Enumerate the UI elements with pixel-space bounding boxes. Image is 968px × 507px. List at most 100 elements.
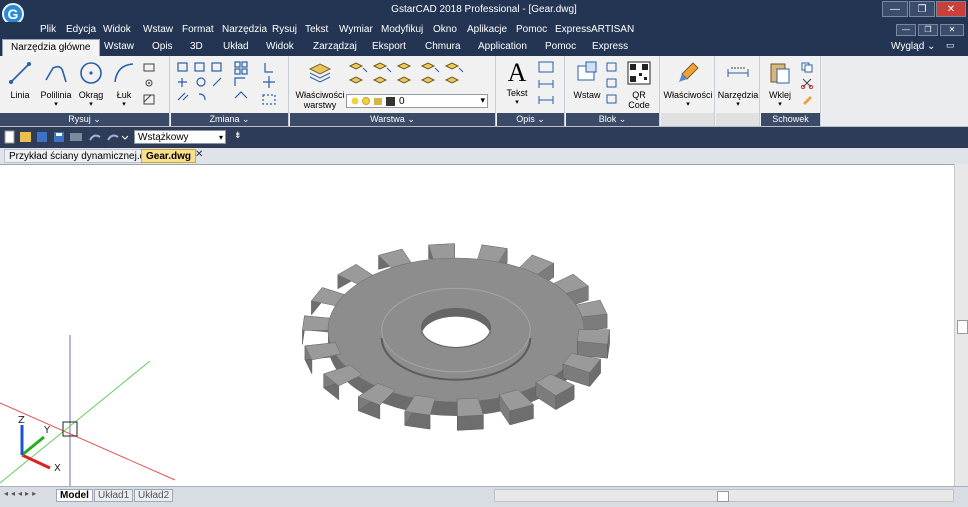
panel-opis-title[interactable]: Opis ⌄: [497, 113, 564, 126]
menu-rysuj[interactable]: Rysuj: [272, 24, 297, 35]
arc-dropdown-icon[interactable]: ▾: [110, 100, 138, 108]
layout-tab-model[interactable]: Model: [56, 489, 93, 502]
menu-pomoc[interactable]: Pomoc: [516, 24, 547, 35]
line-label: Linia: [6, 90, 34, 100]
menu-artisan[interactable]: ARTISAN: [591, 24, 634, 35]
panel-zmiana-title[interactable]: Zmiana ⌄: [171, 113, 288, 126]
layer-properties-button[interactable]: Właściwości warstwy: [294, 60, 346, 110]
utilities-button[interactable]: Narzędzia ▾: [717, 60, 759, 108]
tab-zarzadzaj[interactable]: Zarządzaj: [313, 41, 357, 52]
panel-warstwa-title[interactable]: Warstwa ⌄: [290, 113, 495, 126]
tab-uklad[interactable]: Układ: [223, 41, 249, 52]
point-icon[interactable]: [143, 78, 156, 89]
polyline-dropdown-icon[interactable]: ▾: [38, 100, 74, 108]
layout-tab-uklad1[interactable]: Układ1: [94, 489, 133, 502]
window-title: GstarCAD 2018 Professional - [Gear.dwg]: [0, 4, 968, 15]
menu-plik[interactable]: Plik: [40, 24, 56, 35]
properties-button[interactable]: Właściwości ▾: [663, 60, 713, 108]
paste-button[interactable]: Wklej ▾: [763, 60, 797, 108]
menu-format[interactable]: Format: [182, 24, 214, 35]
quick-access-toolbar: Wstążkowy ▾ ⇟: [0, 127, 968, 147]
menu-wymiar[interactable]: Wymiar: [339, 24, 373, 35]
vertical-scroll-thumb[interactable]: [957, 320, 968, 334]
doc-tab-gear[interactable]: Gear.dwg: [141, 149, 196, 163]
menu-narzedzia[interactable]: Narzędzia: [222, 24, 267, 35]
arc-button[interactable]: Łuk ▾: [110, 60, 138, 108]
rectangle-icon[interactable]: [143, 62, 156, 73]
close-button[interactable]: ✕: [936, 1, 966, 17]
circle-dropdown-icon[interactable]: ▾: [76, 100, 106, 108]
panel-warstwa: Właściwości warstwy 0 ▾ Warstwa ⌄: [290, 56, 496, 126]
menu-aplikacje[interactable]: Aplikacje: [467, 24, 507, 35]
block-tools-icon[interactable]: [606, 62, 618, 106]
insert-label: Wstaw: [570, 90, 604, 100]
minimize-button[interactable]: —: [882, 1, 908, 17]
paste-icon: [767, 60, 793, 86]
qat-customize-icon[interactable]: ⇟: [234, 130, 242, 141]
tab-narzedzia-glowne[interactable]: Narzędzia główne: [2, 39, 100, 56]
properties-label: Właściwości: [663, 90, 713, 100]
modify-tools-icon[interactable]: [175, 60, 285, 108]
circle-button[interactable]: Okrąg ▾: [76, 60, 106, 108]
tab-application[interactable]: Application: [478, 41, 527, 52]
doc-tab-close-icon[interactable]: ✕: [195, 149, 203, 160]
menu-tekst[interactable]: Tekst: [305, 24, 328, 35]
text-button[interactable]: A Tekst ▾: [501, 60, 533, 106]
tab-express[interactable]: Express: [592, 41, 628, 52]
workspace-dropdown-arrow-icon: ▾: [219, 131, 223, 145]
measure-icon: [725, 60, 751, 86]
layer-dropdown-arrow-icon: ▾: [480, 95, 485, 106]
panel-rysuj-title[interactable]: Rysuj ⌄: [0, 113, 169, 126]
doc-minimize-button[interactable]: —: [896, 24, 916, 36]
horizontal-scroll-thumb[interactable]: [717, 491, 729, 502]
copy-icon[interactable]: [801, 62, 814, 73]
tab-chmura[interactable]: Chmura: [425, 41, 461, 52]
menu-edycja[interactable]: Edycja: [66, 24, 96, 35]
paste-dropdown-icon[interactable]: ▾: [763, 100, 797, 108]
doc-close-button[interactable]: ✕: [940, 24, 964, 36]
dimension-tools-icon[interactable]: [537, 60, 561, 108]
menu-express[interactable]: Express: [555, 24, 591, 35]
qr-label-2: Code: [622, 100, 656, 110]
tab-wstaw[interactable]: Wstaw: [104, 41, 134, 52]
layer-state-icons: [350, 96, 400, 107]
menu-widok[interactable]: Widok: [103, 24, 131, 35]
ucs-x-label: X: [54, 463, 61, 474]
ribbon-minimize-icon[interactable]: ▭: [946, 40, 955, 51]
properties-dropdown-icon[interactable]: ▾: [663, 100, 713, 108]
layer-dropdown[interactable]: 0 ▾: [346, 94, 488, 108]
polyline-button[interactable]: Polilinia ▾: [38, 60, 74, 108]
restore-button[interactable]: ❐: [909, 1, 935, 17]
horizontal-scrollbar[interactable]: [494, 489, 954, 502]
panel-schowek-title[interactable]: Schowek: [761, 113, 820, 126]
layout-tab-uklad2[interactable]: Układ2: [134, 489, 173, 502]
tab-3d[interactable]: 3D: [190, 41, 203, 52]
menu-modyfikuj[interactable]: Modyfikuj: [381, 24, 423, 35]
layer-tools-icon[interactable]: [348, 60, 488, 90]
cut-icon[interactable]: [801, 78, 814, 89]
vertical-scrollbar[interactable]: [954, 164, 968, 486]
menu-okno[interactable]: Okno: [433, 24, 457, 35]
panel-blok: Wstaw QR Code Blok ⌄: [566, 56, 660, 126]
line-button[interactable]: Linia: [6, 60, 34, 100]
panel-narzedzia-footer: [716, 113, 759, 126]
menu-wstaw[interactable]: Wstaw: [143, 24, 173, 35]
layout-nav-arrows-icon[interactable]: ◂◂◂▸▸: [4, 489, 39, 498]
utilities-dropdown-icon[interactable]: ▾: [717, 100, 759, 108]
tab-eksport[interactable]: Eksport: [372, 41, 406, 52]
workspace-switch[interactable]: Wygląd ⌄: [891, 41, 935, 52]
panel-blok-title[interactable]: Blok ⌄: [566, 113, 659, 126]
workspace-dropdown[interactable]: Wstążkowy ▾: [134, 130, 226, 144]
tab-pomoc[interactable]: Pomoc: [545, 41, 576, 52]
insert-block-button[interactable]: Wstaw: [570, 60, 604, 100]
qr-code-button[interactable]: QR Code: [622, 60, 656, 110]
tab-opis[interactable]: Opis: [152, 41, 173, 52]
doc-restore-button[interactable]: ❐: [918, 24, 938, 36]
drawing-canvas[interactable]: X Y Z: [0, 164, 954, 487]
quick-access-icons[interactable]: [4, 130, 128, 144]
hatch-icon[interactable]: [143, 94, 156, 105]
match-properties-icon[interactable]: [801, 94, 814, 105]
tab-widok[interactable]: Widok: [266, 41, 294, 52]
doc-tab-przyklad[interactable]: Przykład ściany dynamicznej.dwg: [4, 149, 163, 163]
text-dropdown-icon[interactable]: ▾: [501, 98, 533, 106]
